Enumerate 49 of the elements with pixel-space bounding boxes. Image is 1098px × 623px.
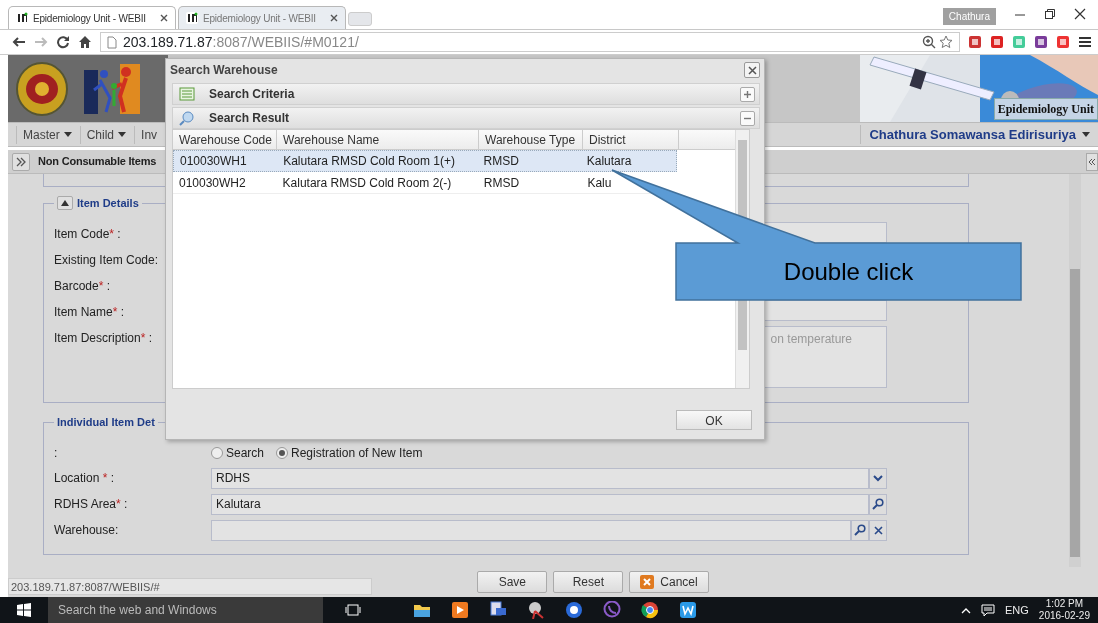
page-title: Non Consumable Items	[38, 154, 157, 170]
address-bar[interactable]: 203.189.71.87:8087/WEBIIS/#M0121/	[100, 32, 960, 52]
table-row[interactable]: 010030WH1 Kalutara RMSD Cold Room 1(+) RMSD Kalutara	[173, 150, 677, 172]
field-label: Warehouse:	[54, 522, 120, 539]
field-label: Item Code* :	[54, 226, 122, 243]
section-header[interactable]: Search Criteria	[172, 83, 760, 105]
field-label: Item Description* :	[54, 330, 154, 347]
menu-item[interactable]: Child	[79, 125, 127, 144]
callout-text: Double click	[782, 256, 915, 287]
field-label: Existing Item Code:	[54, 252, 160, 269]
clock[interactable]: 1:02 PM 2016-02-29	[1038, 598, 1090, 622]
table-cell-text: 010030WH1	[179, 153, 248, 170]
field-label: :	[54, 445, 59, 462]
dialog-title: Search Warehouse	[170, 62, 278, 79]
column-header[interactable]: Warehouse Name	[277, 130, 479, 149]
field-label: Item Name* :	[54, 304, 126, 321]
table-cell-text: Kalutara RMSD Cold Room 1(+)	[282, 153, 456, 170]
radio-option[interactable]: Registration of New Item	[276, 444, 423, 462]
table-cell-text: RMSD	[482, 153, 520, 170]
taskbar-search-field[interactable]: Search the web and Windows	[48, 597, 323, 623]
ok-button[interactable]: OK	[676, 410, 752, 430]
column-header[interactable]: Warehouse Code	[173, 130, 277, 149]
field-label: RDHS Area* :	[54, 496, 129, 513]
status-url: 203.189.71.87:8087/WEBIIS/#	[8, 578, 372, 595]
form-button[interactable]: Reset	[553, 571, 624, 593]
field-label: Barcode* :	[54, 278, 112, 295]
banner-title: Epidemiology Unit	[993, 98, 1098, 120]
url-text: 203.189.71.87:8087/WEBIIS/#M0121/	[123, 32, 359, 52]
field-label: Location * :	[54, 470, 116, 487]
form-button[interactable]: Save	[477, 571, 548, 593]
language-indicator[interactable]: ENG	[1005, 601, 1029, 619]
table-cell-text: 010030WH2	[178, 174, 247, 192]
browser-tab[interactable]: Epidemiology Unit - WEBII	[178, 6, 346, 29]
column-header[interactable]: District	[583, 130, 679, 149]
table-cell-text: Kalu	[586, 174, 613, 192]
column-header[interactable]: Warehouse Type	[479, 130, 583, 149]
table-cell-text: Kalutara	[585, 153, 633, 170]
lookup-field[interactable]: Kalutara	[211, 493, 869, 515]
table-cell-text: RMSD	[482, 174, 521, 192]
menu-item[interactable]: Master	[16, 125, 72, 144]
radio-option[interactable]: Search	[211, 444, 265, 462]
browser-tab[interactable]: Epidemiology Unit - WEBII	[8, 6, 176, 29]
fieldset-legend: Item Details	[54, 195, 142, 212]
cancel-button[interactable]: Cancel	[629, 571, 709, 593]
section-header[interactable]: Search Result	[172, 107, 760, 129]
table-cell-text: Kalutara RMSD Cold Room 2(-)	[281, 174, 453, 192]
user-menu[interactable]: Chathura Somawansa Edirisuriya	[860, 124, 1090, 145]
menu-item[interactable]: Inv	[134, 125, 158, 144]
dropdown-field[interactable]: RDHS	[211, 467, 869, 489]
